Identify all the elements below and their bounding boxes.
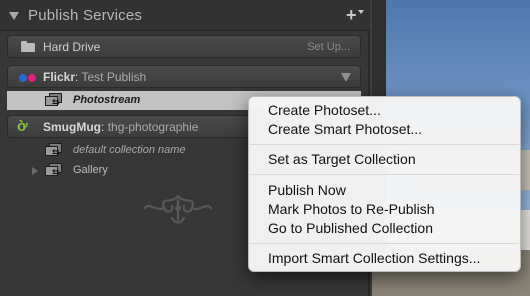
published-collection-icon: ⇆: [45, 163, 62, 177]
service-label: Flickr: Test Publish: [43, 70, 146, 84]
menu-item-create-photoset[interactable]: Create Photoset...: [268, 102, 381, 118]
flickr-icon: [19, 74, 27, 82]
context-menu: Create Photoset... Create Smart Photoset…: [248, 96, 521, 272]
smugmug-icon: ờ: [17, 118, 28, 135]
collection-label: Gallery: [73, 164, 108, 176]
menu-item-import-smart-settings[interactable]: Import Smart Collection Settings...: [268, 250, 480, 266]
menu-item-create-smart-photoset[interactable]: Create Smart Photoset...: [268, 121, 422, 137]
service-name: Flickr: [43, 70, 76, 84]
ornament-icon: [143, 194, 213, 224]
set-up-link[interactable]: Set Up...: [307, 41, 350, 53]
service-account: Test Publish: [81, 70, 147, 84]
service-name: Hard Drive: [43, 40, 101, 54]
plus-menu-caret-icon[interactable]: [358, 10, 364, 14]
chevron-down-icon[interactable]: [341, 73, 351, 82]
published-collection-icon: ⇆: [45, 93, 62, 107]
service-label: SmugMug: thg-photographie: [43, 120, 198, 134]
disclosure-triangle-icon[interactable]: [9, 12, 19, 20]
collection-label: default collection name: [73, 144, 186, 156]
menu-item-publish-now[interactable]: Publish Now: [268, 182, 346, 198]
menu-separator: [250, 174, 519, 175]
collection-label: Photostream: [73, 94, 141, 106]
panel-title: Publish Services: [28, 7, 143, 24]
menu-item-go-to-published[interactable]: Go to Published Collection: [268, 220, 433, 236]
menu-item-set-target-collection[interactable]: Set as Target Collection: [268, 151, 416, 167]
menu-separator: [250, 144, 519, 145]
folder-icon: [21, 41, 35, 52]
service-hard-drive[interactable]: Hard Drive Set Up...: [7, 35, 361, 58]
service-flickr[interactable]: Flickr: Test Publish: [7, 65, 361, 88]
service-account: thg-photographie: [107, 120, 199, 134]
menu-separator: [250, 243, 519, 244]
service-name: SmugMug: [43, 120, 101, 134]
menu-item-mark-republish[interactable]: Mark Photos to Re-Publish: [268, 201, 435, 217]
published-collection-icon: ⇆: [45, 143, 62, 157]
service-separator: :: [101, 120, 105, 134]
panel-header[interactable]: Publish Services +: [0, 0, 370, 31]
flickr-icon-dot: [28, 74, 36, 82]
expand-triangle-icon[interactable]: [32, 167, 38, 175]
plus-icon[interactable]: +: [346, 6, 357, 24]
service-separator: :: [75, 70, 79, 84]
